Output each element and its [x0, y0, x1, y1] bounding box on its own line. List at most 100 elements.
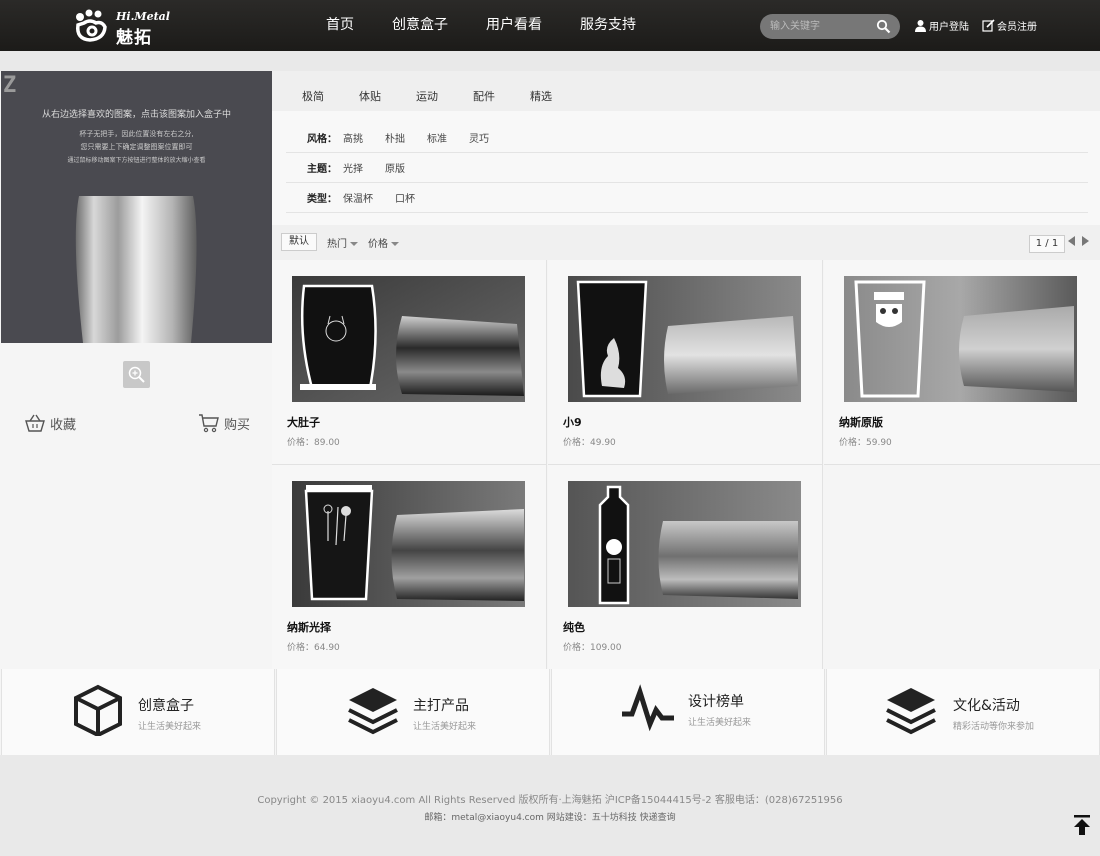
filter-option[interactable]: 口杯	[395, 190, 415, 205]
product-card[interactable]: 纯色 价格：109.00	[548, 465, 823, 670]
sort-bar: 默认 热门 价格 1 / 1	[272, 225, 1100, 260]
feature-culture-events[interactable]: 文化&活动 精彩活动等你来参加	[826, 669, 1100, 755]
tab-caring[interactable]: 体贴	[359, 88, 381, 111]
tab-accessories[interactable]: 配件	[473, 88, 495, 111]
product-price: 价格：59.90	[839, 438, 892, 448]
feature-subtitle: 让生活美好起来	[688, 718, 752, 728]
product-browser: 极简 体贴 运动 配件 精选 风格： 高挑 朴拙 标准 灵巧 主题： 光择 原版…	[272, 71, 1100, 670]
favorite-label: 收藏	[50, 417, 77, 433]
filter-option[interactable]: 朴拙	[385, 130, 405, 145]
site-footer: Copyright © 2015 xiaoyu4.com All Rights …	[0, 755, 1100, 856]
product-card[interactable]: 纳斯光择 价格：64.90	[272, 465, 547, 670]
sort-hot-label: 热门	[327, 239, 347, 250]
feature-title: 主打产品	[413, 698, 469, 714]
sort-price-button[interactable]: 价格	[368, 235, 399, 250]
product-image	[568, 481, 801, 607]
nav-home[interactable]: 首页	[326, 0, 354, 51]
feature-strip: 创意盒子 让生活美好起来 主打产品 让生活美好起来 设计榜单 让生活美好起来 文…	[0, 669, 1100, 755]
prev-page-icon[interactable]	[1068, 236, 1075, 246]
caret-down-icon	[391, 242, 399, 246]
filter-key: 类型：	[307, 194, 337, 205]
cup-preview-area[interactable]: Z 从右边选择喜欢的图案，点击该图案加入盒子中 杯子无把手，因此位置没有左右之分…	[1, 71, 272, 343]
filter-option[interactable]: 灵巧	[469, 130, 489, 145]
product-name: 纳斯光择	[287, 621, 331, 634]
layers-icon	[348, 688, 398, 735]
filter-option[interactable]: 高挑	[343, 130, 363, 145]
nav-user-showcase[interactable]: 用户看看	[486, 0, 542, 51]
nav-creative-box[interactable]: 创意盒子	[392, 0, 448, 51]
filter-panel: 风格： 高挑 朴拙 标准 灵巧 主题： 光择 原版 类型： 保温杯 口杯	[272, 111, 1100, 225]
logo-text-cn: 魅拓	[116, 28, 152, 48]
product-name: 纯色	[563, 621, 585, 634]
page-indicator: 1 / 1	[1029, 235, 1065, 253]
cup-preview-image	[75, 196, 197, 343]
filter-row-style: 风格： 高挑 朴拙 标准 灵巧	[286, 123, 1088, 153]
zoom-button[interactable]	[123, 361, 150, 388]
zoom-in-icon	[128, 366, 145, 383]
sort-price-label: 价格	[368, 239, 388, 250]
product-name: 纳斯原版	[839, 416, 883, 429]
register-label: 会员注册	[997, 22, 1037, 33]
feature-subtitle: 精彩活动等你来参加	[953, 722, 1035, 732]
product-card[interactable]: 大肚子 价格：89.00	[272, 260, 547, 465]
main-nav: 首页 创意盒子 用户看看 服务支持	[326, 0, 674, 51]
product-card[interactable]: 纳斯原版 价格：59.90	[824, 260, 1100, 465]
nav-service-support[interactable]: 服务支持	[580, 0, 636, 51]
site-logo[interactable]: Hi.Metal 魅拓	[72, 6, 172, 48]
register-link[interactable]: 会员注册	[982, 18, 1037, 33]
product-price: 价格：49.90	[563, 438, 616, 448]
login-label: 用户登陆	[929, 22, 969, 33]
caret-down-icon	[350, 242, 358, 246]
filter-key: 主题：	[307, 164, 337, 175]
filter-row-theme: 主题： 光择 原版	[286, 153, 1088, 183]
logo-hand-icon	[76, 9, 107, 42]
product-price: 价格：89.00	[287, 438, 340, 448]
sort-hot-button[interactable]: 热门	[327, 235, 358, 250]
product-image	[292, 276, 525, 402]
product-name: 小9	[563, 416, 582, 429]
preview-note-2: 您只需要上下确定调整图案位置即可	[80, 143, 193, 151]
search-icon[interactable]	[876, 19, 891, 34]
filter-option[interactable]: 保温杯	[343, 190, 373, 205]
buy-label: 购买	[223, 417, 250, 433]
buy-button[interactable]: 购买	[198, 413, 250, 433]
corner-mark: Z	[3, 73, 17, 98]
filter-option[interactable]: 标准	[427, 130, 447, 145]
feature-creative-box[interactable]: 创意盒子 让生活美好起来	[1, 669, 275, 755]
back-to-top-icon[interactable]	[1073, 815, 1091, 835]
preview-actions: 收藏 购买	[24, 413, 250, 433]
product-price: 价格：109.00	[563, 643, 622, 653]
cart-icon	[198, 414, 219, 433]
category-tabs: 极简 体贴 运动 配件 精选	[272, 71, 1100, 111]
product-image	[568, 276, 801, 402]
contact-text: 邮箱：metal@xiaoyu4.com 网站建设：五十坊科技 快递查询	[424, 813, 676, 823]
login-link[interactable]: 用户登陆	[914, 18, 969, 33]
filter-option[interactable]: 光择	[343, 160, 363, 175]
customizer-panel: Z 从右边选择喜欢的图案，点击该图案加入盒子中 杯子无把手，因此位置没有左右之分…	[0, 71, 272, 669]
preview-instruction: 从右边选择喜欢的图案，点击该图案加入盒子中	[41, 110, 231, 120]
sort-default-button[interactable]: 默认	[281, 233, 317, 251]
feature-main-products[interactable]: 主打产品 让生活美好起来	[276, 669, 550, 755]
feature-title: 设计榜单	[688, 694, 744, 710]
feature-title: 文化&活动	[953, 698, 1020, 714]
tab-minimal[interactable]: 极简	[302, 88, 324, 111]
preview-note-1: 杯子无把手，因此位置没有左右之分,	[79, 130, 194, 138]
search-input[interactable]	[770, 14, 874, 39]
favorite-button[interactable]: 收藏	[24, 413, 76, 433]
filter-option[interactable]: 原版	[385, 160, 405, 175]
next-page-icon[interactable]	[1082, 236, 1089, 246]
feature-subtitle: 让生活美好起来	[138, 722, 202, 732]
user-icon	[915, 20, 926, 32]
pulse-icon	[622, 684, 674, 732]
tab-featured[interactable]: 精选	[530, 88, 552, 111]
feature-design-ranking[interactable]: 设计榜单 让生活美好起来	[551, 669, 825, 755]
feature-title: 创意盒子	[138, 698, 194, 714]
preview-note-3: 通过鼠标移动图案下方按钮进行整体的放大缩小查看	[67, 157, 206, 164]
site-header: Hi.Metal 魅拓 首页 创意盒子 用户看看 服务支持 用户登陆 会员注册	[0, 0, 1100, 51]
copyright-text: Copyright © 2015 xiaoyu4.com All Rights …	[257, 795, 843, 806]
feature-subtitle: 让生活美好起来	[413, 722, 477, 732]
filter-key: 风格：	[307, 134, 337, 145]
product-grid: 大肚子 价格：89.00 小9 价格：49.90 纳斯原版 价格：59.90 纳…	[272, 260, 1100, 670]
tab-sports[interactable]: 运动	[416, 88, 438, 111]
product-card[interactable]: 小9 价格：49.90	[548, 260, 823, 465]
